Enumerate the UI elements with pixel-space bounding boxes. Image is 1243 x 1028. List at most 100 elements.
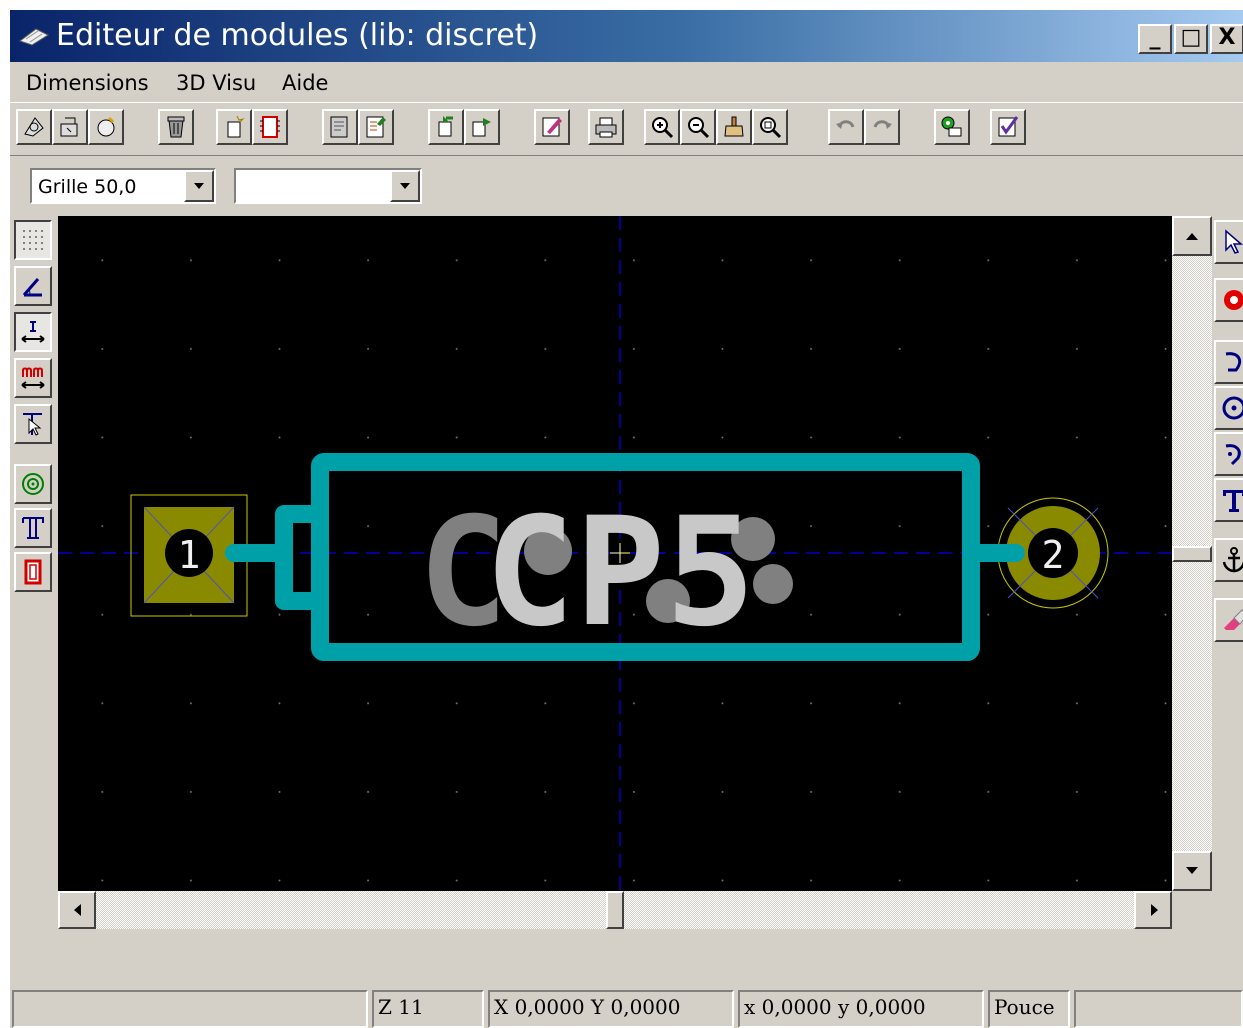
units-mm-button[interactable] [14,358,52,398]
import-module-button[interactable] [428,109,464,145]
add-text-button[interactable] [1214,478,1243,522]
horizontal-scroll-thumb[interactable] [606,891,624,929]
zoom-auto-icon [760,117,782,139]
vertical-scroll-thumb[interactable] [1172,546,1212,562]
anchor-icon [1222,547,1243,573]
add-line-icon [1225,444,1241,466]
edit-doc-button[interactable] [322,109,358,145]
select-module-button[interactable] [16,109,52,145]
import-module-icon [438,116,453,137]
right-tools-toolbar [1212,216,1243,931]
vertical-scrollbar[interactable] [1172,216,1212,891]
minimize-button[interactable]: _ [1138,24,1172,54]
arrow-up-icon [1186,233,1198,240]
create-module-icon [227,115,245,138]
add-line-button[interactable] [1214,432,1243,476]
add-arc-button[interactable] [1214,340,1243,384]
delete-button[interactable] [158,109,194,145]
units-inch-icon [21,321,45,343]
text-sketch-button[interactable] [14,508,52,548]
save-doc-icon [366,116,386,138]
grid-toggle-button[interactable] [14,220,52,260]
drawing-canvas[interactable]: 1 2 C CP5 [58,216,1172,891]
module-reference-text[interactable]: CP5 [485,486,756,660]
chevron-down-icon [400,183,410,189]
save-doc-button[interactable] [358,109,394,145]
delete-icon [167,116,185,138]
properties-button[interactable] [534,109,570,145]
outline-sketch-button[interactable] [14,552,52,592]
window-title: Editeur de modules (lib: discret) [56,18,539,53]
close-button[interactable]: X [1210,24,1243,54]
text-sketch-icon [22,517,44,539]
add-arc-icon [1225,352,1242,372]
load-module-button[interactable] [52,109,88,145]
menu-aide[interactable]: Aide [282,70,328,96]
zoom-in-icon [652,117,674,139]
undo-button[interactable] [828,109,864,145]
module-outline-button[interactable] [252,109,288,145]
module-editor-window: Editeur de modules (lib: discret) _ □ X … [10,10,1243,1028]
redo-icon [873,120,892,129]
delete-eraser-icon [1224,609,1243,630]
left-options-toolbar [10,216,58,931]
add-circle-button[interactable] [1214,386,1243,430]
app-icon [18,25,54,47]
new-module-icon [97,116,115,137]
print-button[interactable] [588,109,624,145]
units-inch-button[interactable] [14,312,52,352]
new-module-button[interactable] [88,109,124,145]
add-pad-icon [1224,290,1243,310]
create-module-button[interactable] [216,109,252,145]
cursor-shape-icon [23,413,42,436]
edit-doc-icon [330,116,348,138]
grid-select-value: Grille 50,0 [38,176,137,198]
add-pad-button[interactable] [1214,278,1243,322]
pad-settings-button[interactable] [934,109,970,145]
menu-dimensions[interactable]: Dimensions [26,70,149,96]
redraw-button[interactable] [716,109,752,145]
properties-icon [542,117,562,137]
status-units: Pouce [988,990,1070,1028]
zoom-select[interactable] [234,168,422,204]
polar-coords-button[interactable] [14,266,52,306]
options-bar: Grille 50,0 [10,156,1243,216]
menu-3d-visu[interactable]: 3D Visu [176,70,256,96]
scroll-left-button[interactable] [58,891,96,929]
grid-select[interactable]: Grille 50,0 [30,168,216,204]
pad-sketch-icon [22,473,44,495]
zoom-out-button[interactable] [680,109,716,145]
undo-icon [836,120,855,129]
chevron-down-icon [194,183,204,189]
check-icon [998,116,1019,137]
zoom-dropdown-button[interactable] [390,170,420,202]
title-bar[interactable]: Editeur de modules (lib: discret) _ □ X [10,10,1243,62]
grid-dropdown-button[interactable] [184,170,214,202]
pad-sketch-button[interactable] [14,464,52,504]
cursor-shape-button[interactable] [14,404,52,444]
zoom-auto-button[interactable] [752,109,788,145]
anchor-button[interactable] [1214,538,1243,582]
status-zoom: Z 11 [372,990,484,1028]
check-button[interactable] [990,109,1026,145]
pad-2-number: 2 [1042,533,1065,577]
add-text-icon [1223,490,1243,512]
scroll-up-button[interactable] [1172,216,1212,256]
export-module-button[interactable] [464,109,500,145]
polar-coords-icon [22,278,42,297]
scroll-right-button[interactable] [1134,891,1172,929]
pad-settings-icon [941,116,962,137]
load-module-icon [60,117,78,137]
maximize-button[interactable]: □ [1174,24,1208,54]
horizontal-scrollbar[interactable] [58,891,1172,929]
add-circle-icon [1222,396,1243,420]
redo-button[interactable] [864,109,900,145]
scroll-down-button[interactable] [1172,851,1212,891]
delete-eraser-button[interactable] [1214,598,1243,642]
arrow-cursor-button[interactable] [1214,220,1243,264]
arrow-cursor-icon [1225,229,1243,254]
module-outline-icon [260,116,280,138]
zoom-in-button[interactable] [644,109,680,145]
status-relative-coords: x 0,0000 y 0,0000 [738,990,984,1028]
grid-icon [23,230,43,250]
